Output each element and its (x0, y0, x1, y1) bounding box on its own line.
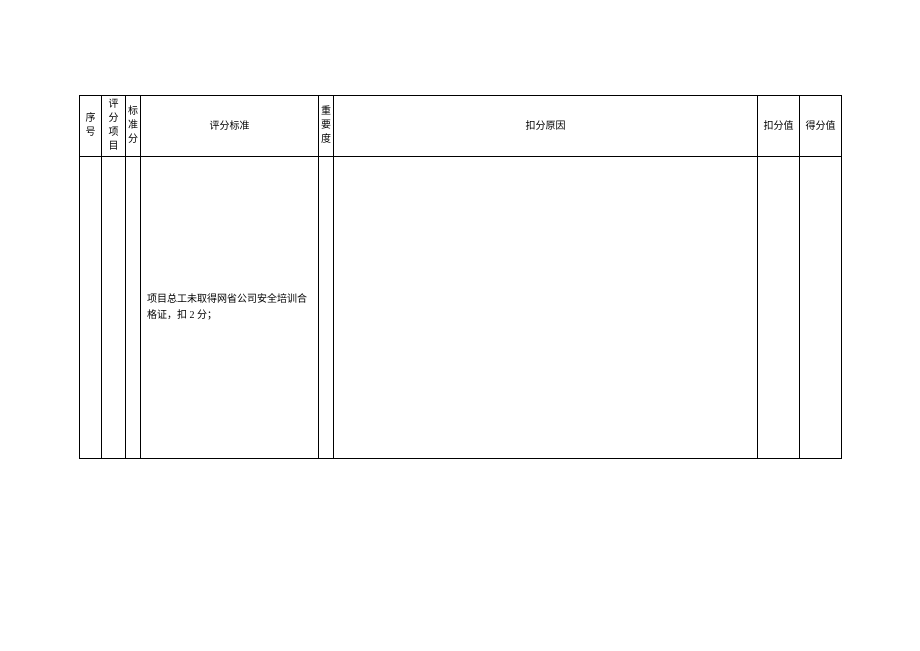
cell-criteria: 项目总工未取得网省公司安全培训合格证，扣 2 分； (141, 157, 319, 459)
cell-importance (319, 157, 334, 459)
header-seq-label: 序号 (82, 112, 99, 140)
table-row: 项目总工未取得网省公司安全培训合格证，扣 2 分； (80, 157, 842, 459)
header-item: 评分项目 (102, 96, 126, 157)
cell-std-score (126, 157, 141, 459)
header-seq: 序号 (80, 96, 102, 157)
header-deduct: 扣分值 (758, 96, 800, 157)
header-score: 得分值 (800, 96, 842, 157)
cell-score (800, 157, 842, 459)
header-reason-label: 扣分原因 (526, 121, 566, 132)
header-criteria: 评分标准 (141, 96, 319, 157)
cell-deduct (758, 157, 800, 459)
scoring-table-wrapper: 序号 评分项目 标准分 评分标准 重要度 扣分原因 扣分值 (79, 95, 841, 459)
header-std-score-label: 标准分 (128, 105, 138, 147)
header-importance: 重要度 (319, 96, 334, 157)
header-importance-label: 重要度 (321, 105, 331, 147)
header-item-label: 评分项目 (104, 98, 123, 154)
header-criteria-label: 评分标准 (210, 121, 250, 132)
header-deduct-label: 扣分值 (764, 121, 794, 132)
table-header-row: 序号 评分项目 标准分 评分标准 重要度 扣分原因 扣分值 (80, 96, 842, 157)
header-score-label: 得分值 (806, 121, 836, 132)
cell-item (102, 157, 126, 459)
cell-seq (80, 157, 102, 459)
cell-reason (334, 157, 758, 459)
header-std-score: 标准分 (126, 96, 141, 157)
scoring-table: 序号 评分项目 标准分 评分标准 重要度 扣分原因 扣分值 (79, 95, 842, 459)
header-reason: 扣分原因 (334, 96, 758, 157)
